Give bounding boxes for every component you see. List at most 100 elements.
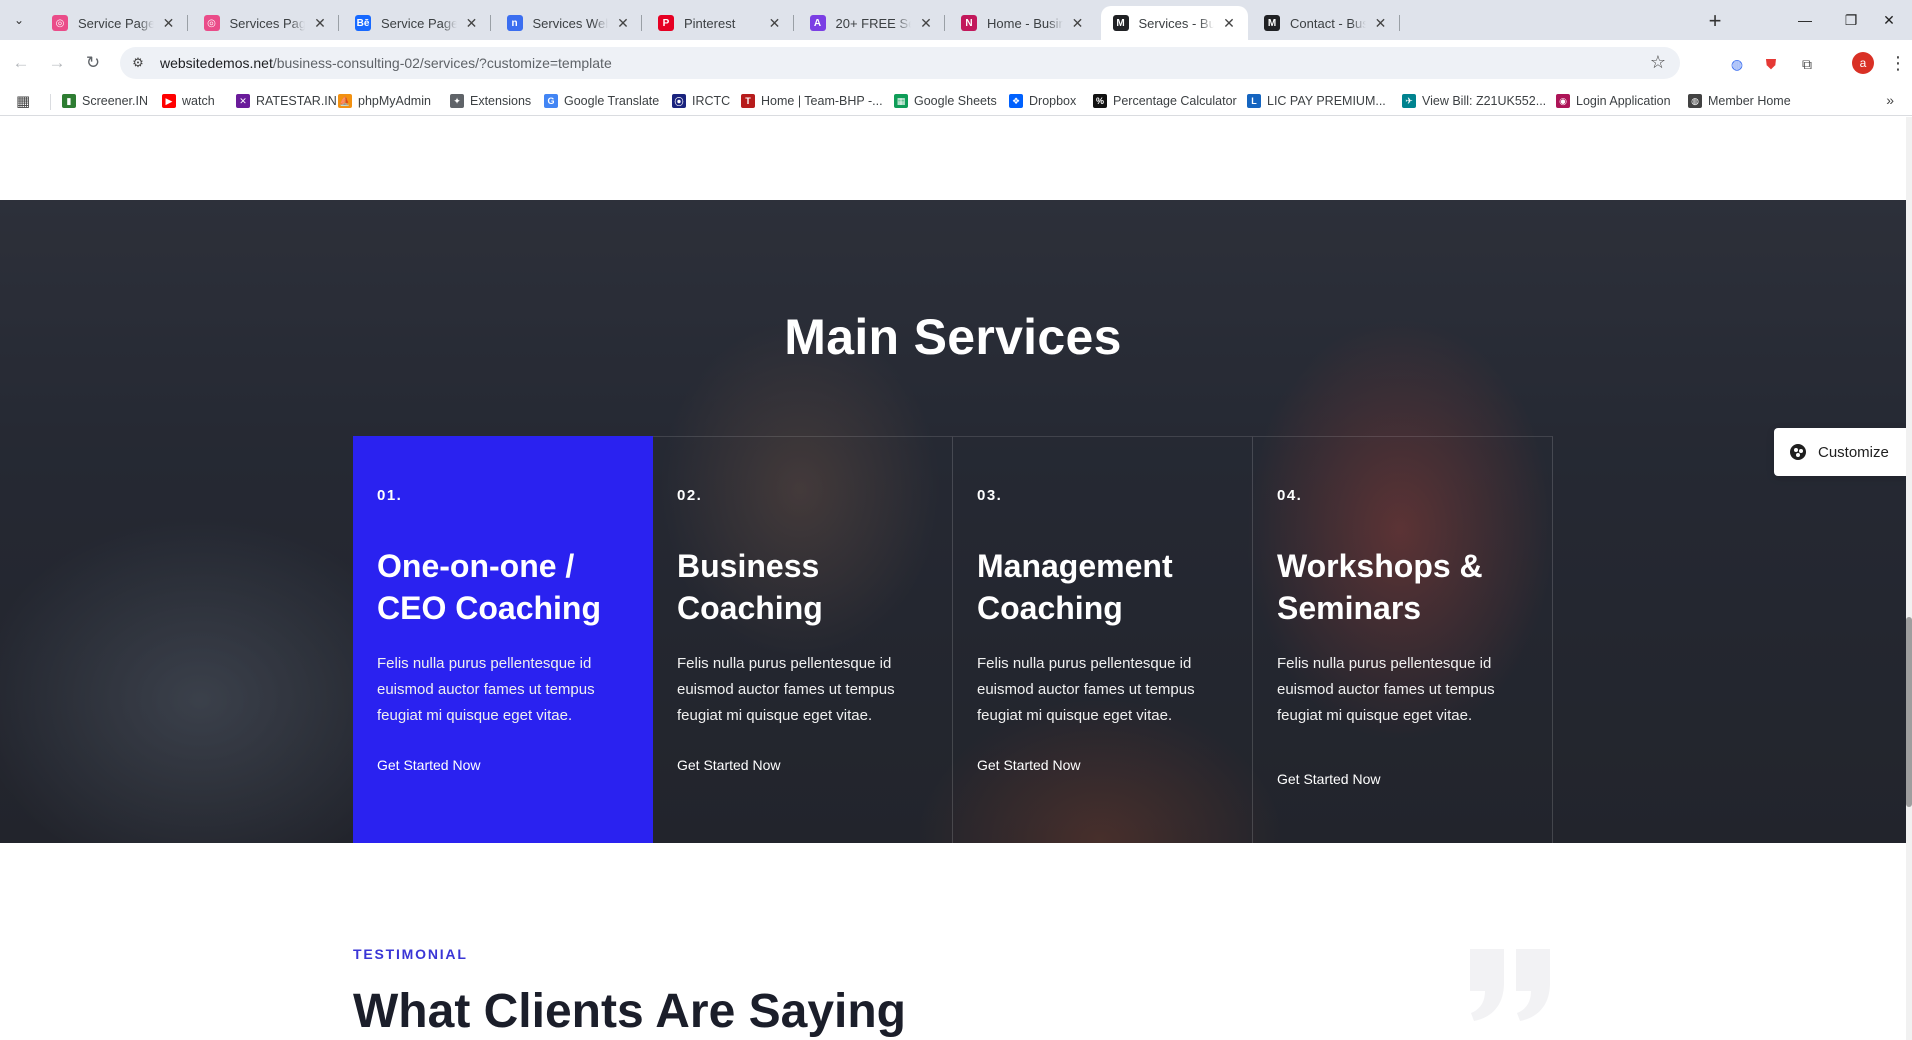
bookmark-label: IRCTC — [692, 94, 731, 108]
get-started-link[interactable]: Get Started Now — [377, 757, 481, 773]
bookmark-label: Dropbox — [1029, 94, 1077, 108]
tab-close-icon[interactable]: ✕ — [614, 14, 632, 32]
address-bar[interactable]: ⚙ websitedemos.net/business-consulting-0… — [120, 47, 1680, 79]
reload-icon[interactable]: ↻ — [80, 50, 106, 76]
service-title: One-on-one / CEO Coaching — [377, 548, 602, 626]
tab-close-icon[interactable]: ✕ — [766, 14, 784, 32]
url-path: /business-consulting-02/services/?custom… — [272, 55, 612, 71]
bookmark-item[interactable]: G Google Translate — [544, 92, 659, 110]
bookmark-item[interactable]: T Home | Team-BHP -... — [741, 92, 883, 110]
bookmark-label: Google Translate — [564, 94, 660, 108]
tab-close-icon[interactable]: ✕ — [160, 14, 178, 32]
bookmark-favicon-icon: ⦿ — [672, 94, 686, 108]
bookmark-item[interactable]: ▶ watch — [162, 92, 215, 110]
bookmark-item[interactable]: L LIC PAY PREMIUM... — [1247, 92, 1386, 110]
get-started-link[interactable]: Get Started Now — [977, 757, 1081, 773]
toolbar: ← → ↻ ⚙ websitedemos.net/business-consul… — [0, 40, 1912, 86]
bookmark-item[interactable]: ✈ View Bill: Z21UK552... — [1402, 92, 1546, 110]
page-viewport: Main Services 01. One-on-one / CEO Coachi… — [0, 117, 1912, 1040]
testimonial-heading: What Clients Are Saying — [353, 985, 906, 1038]
bookmark-label: View Bill: Z21UK552... — [1422, 94, 1547, 108]
tab-close-icon[interactable]: ✕ — [311, 14, 329, 32]
tab-favicon-icon: n — [506, 15, 523, 31]
browser-tab[interactable]: ◎ Service Page designs ✕ — [40, 6, 188, 40]
tab-title: Home - Business Consulting — [987, 15, 1063, 31]
bookmark-label: LIC PAY PREMIUM... — [1267, 94, 1386, 108]
tab-favicon-icon: Bē — [355, 15, 371, 31]
service-number: 02. — [677, 487, 703, 504]
scrollbar-thumb[interactable] — [1906, 617, 1912, 807]
customize-button[interactable]: Customize — [1774, 428, 1906, 476]
bookmark-item[interactable]: ◍ Member Home — [1688, 92, 1791, 110]
tab-title: Services Website Design — [532, 15, 609, 31]
browser-tab[interactable]: M Contact - Business Consulting ✕ — [1252, 6, 1400, 40]
menu-kebab-icon[interactable]: ⋮ — [1889, 52, 1907, 74]
testimonial-eyebrow: TESTIMONIAL — [353, 946, 468, 962]
bookmarks-bar: ▦ ▮ Screener.IN ▶ watch ✕ RATESTAR.IN ⛵ phpMyAd… — [0, 86, 1912, 116]
bookmark-item[interactable]: ❖ Dropbox — [1009, 92, 1076, 110]
window-close-icon[interactable]: ✕ — [1866, 0, 1912, 40]
bookmark-label: phpMyAdmin — [358, 94, 431, 108]
browser-tab[interactable]: ◎ Services Page designs ✕ — [192, 6, 339, 40]
bookmark-favicon-icon: ⛵ — [338, 94, 352, 108]
tab-title: Pinterest — [684, 15, 736, 31]
site-info-icon[interactable]: ⚙ — [126, 51, 150, 75]
service-title: Business Coaching — [677, 548, 823, 626]
browser-tab[interactable]: M Services - Business Consulting ✕ — [1100, 6, 1248, 40]
browser-tab[interactable]: n Services Website Design ✕ — [495, 6, 642, 40]
tab-search-chevron-icon[interactable]: ⌄ — [6, 8, 32, 32]
new-tab-plus-icon[interactable]: + — [1702, 8, 1728, 34]
extension-shield-icon[interactable]: ⛊ — [1760, 53, 1782, 75]
tab-strip: ⌄ ◎ Service Page designs ✕ ◎ Services Page d… — [0, 0, 1912, 40]
browser-tab[interactable]: P Pinterest ✕ — [646, 6, 794, 40]
url-text[interactable]: websitedemos.net/business-consulting-02/… — [160, 55, 612, 71]
bookmark-item[interactable]: ✦ Extensions — [450, 92, 531, 110]
bookmarks-divider — [50, 94, 51, 110]
tab-favicon-icon: M — [1112, 15, 1129, 31]
bookmark-item[interactable]: ⦿ IRCTC — [672, 92, 730, 110]
service-card[interactable]: 03. Management Coaching Felis nulla purus … — [953, 436, 1253, 843]
bookmark-favicon-icon: T — [741, 94, 755, 108]
service-number: 03. — [977, 487, 1003, 504]
extensions-puzzle-icon[interactable]: ⧉ — [1796, 53, 1818, 75]
tab-close-icon[interactable]: ✕ — [1069, 14, 1087, 32]
bookmark-label: Extensions — [470, 94, 532, 108]
bookmark-item[interactable]: ◉ Login Application — [1556, 92, 1671, 110]
tab-close-icon[interactable]: ✕ — [1372, 14, 1390, 32]
browser-tab[interactable]: N Home - Business Consulting ✕ — [949, 6, 1097, 40]
bookmark-item[interactable]: ▦ Google Sheets — [894, 92, 997, 110]
tab-title: Services Page designs — [229, 15, 306, 31]
get-started-link[interactable]: Get Started Now — [677, 757, 781, 773]
bookmark-star-icon[interactable]: ☆ — [1650, 52, 1666, 73]
service-description: Felis nulla purus pellentesque id euismo… — [377, 655, 595, 724]
tab-title: Services - Business Consulting — [1138, 15, 1215, 31]
get-started-link[interactable]: Get Started Now — [1277, 771, 1381, 787]
tab-close-icon[interactable]: ✕ — [1220, 14, 1238, 32]
extension-globe-icon[interactable]: ◍ — [1726, 53, 1748, 75]
service-card[interactable]: 04. Workshops & Seminars Felis nulla purus… — [1253, 436, 1553, 843]
back-icon[interactable]: ← — [8, 50, 34, 76]
service-card[interactable]: 01. One-on-one / CEO Coaching Felis nulla … — [353, 436, 653, 843]
bookmarks-overflow-icon[interactable]: » — [1886, 92, 1894, 108]
bookmark-item[interactable]: ▮ Screener.IN — [62, 92, 148, 110]
bookmark-favicon-icon: ✈ — [1402, 94, 1416, 108]
bookmark-item[interactable]: % Percentage Calculator — [1093, 92, 1237, 110]
tab-favicon-icon: ◎ — [203, 15, 220, 31]
page-scrollbar[interactable] — [1906, 117, 1912, 1040]
apps-grid-icon[interactable]: ▦ — [16, 92, 30, 110]
minimize-icon[interactable]: — — [1782, 0, 1828, 40]
tab-close-icon[interactable]: ✕ — [917, 14, 935, 32]
service-card[interactable]: 02. Business Coaching Felis nulla purus pe… — [653, 436, 953, 843]
bookmark-item[interactable]: ⛵ phpMyAdmin — [338, 92, 431, 110]
tab-favicon-icon: M — [1264, 15, 1280, 31]
tab-close-icon[interactable]: ✕ — [463, 14, 481, 32]
profile-avatar[interactable]: a — [1852, 52, 1874, 74]
tab-title: Service Page designs — [78, 15, 154, 31]
browser-tab[interactable]: Bē Service Page Design Projects ✕ — [343, 6, 491, 40]
service-description: Felis nulla purus pellentesque id euismo… — [677, 655, 895, 724]
bookmark-item[interactable]: ✕ RATESTAR.IN — [236, 92, 337, 110]
forward-icon[interactable]: → — [44, 50, 70, 76]
tab-separator — [338, 15, 339, 31]
bookmark-favicon-icon: ✕ — [236, 94, 250, 108]
browser-tab[interactable]: A 20+ FREE Service Website ✕ — [798, 6, 945, 40]
